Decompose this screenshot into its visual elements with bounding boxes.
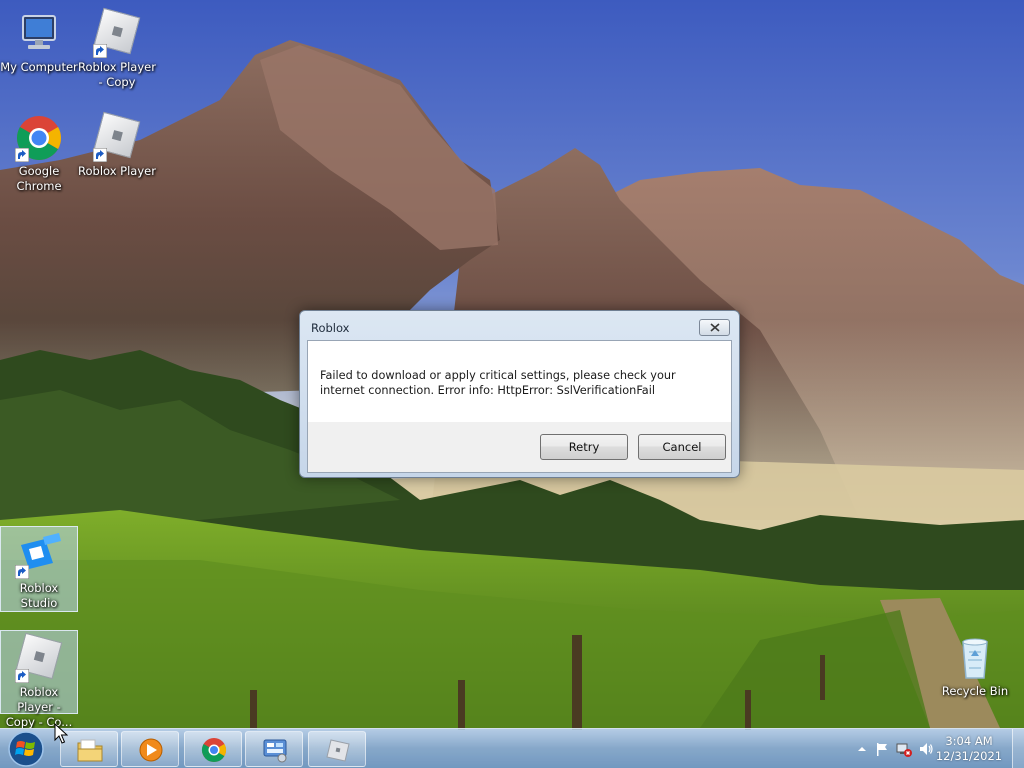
taskbar: 3:04 AM 12/31/2021 (0, 728, 1024, 768)
windows-logo-icon (8, 731, 44, 767)
clock-time: 3:04 AM (945, 734, 993, 748)
desktop-icon-my-computer[interactable]: My Computer (0, 6, 78, 75)
action-center-flag-icon[interactable] (874, 741, 890, 757)
show-desktop-button[interactable] (1012, 729, 1024, 768)
desktop-icon-roblox-player-copy[interactable]: Roblox Player - Copy (78, 6, 156, 90)
roblox-player-icon (93, 7, 141, 58)
shortcut-arrow-icon (93, 44, 107, 58)
desktop-icon-label: Roblox Player - Copy (78, 60, 156, 89)
show-hidden-icons-chevron-up-icon[interactable] (854, 741, 870, 757)
taskbar-roblox-player-button[interactable] (308, 731, 366, 767)
retry-button[interactable]: Retry (540, 434, 628, 460)
dialog-close-button[interactable] (699, 319, 730, 336)
control-panel-icon (263, 739, 287, 763)
desktop-icon-label: Roblox Player (78, 164, 156, 178)
desktop-icon-google-chrome[interactable]: Google Chrome (0, 110, 78, 194)
network-disconnected-icon[interactable] (896, 741, 912, 757)
desktop-icon-label: Roblox Studio (19, 581, 59, 610)
taskbar-control-panel-button[interactable] (245, 731, 303, 767)
file-explorer-icon (77, 739, 103, 762)
roblox-player-icon (15, 632, 63, 683)
dialog-title: Roblox (311, 321, 350, 335)
cancel-button[interactable]: Cancel (638, 434, 726, 460)
mouse-pointer-icon (54, 723, 68, 744)
dialog-message: Failed to download or apply critical set… (320, 369, 676, 397)
start-button[interactable] (5, 730, 47, 768)
media-player-icon (139, 738, 163, 762)
taskbar-chrome-button[interactable] (184, 731, 242, 767)
desktop-icon-label: Google Chrome (16, 164, 62, 193)
desktop-icon-roblox-player-copy-copy[interactable]: Roblox Player - Copy - Co... (0, 630, 78, 729)
desktop-icon-roblox-player[interactable]: Roblox Player (78, 110, 156, 179)
dialog-message-area: Failed to download or apply critical set… (308, 341, 731, 422)
desktop-icon-label: Recycle Bin (941, 684, 1009, 698)
recycle-bin-icon (951, 634, 999, 682)
roblox-studio-icon (15, 531, 63, 579)
shortcut-arrow-icon (15, 669, 29, 683)
taskbar-clock[interactable]: 3:04 AM 12/31/2021 (934, 734, 1004, 764)
desktop-icon-label: My Computer (0, 60, 78, 74)
shortcut-arrow-icon (15, 565, 29, 579)
shortcut-arrow-icon (93, 148, 107, 162)
clock-date: 12/31/2021 (935, 749, 1003, 763)
roblox-error-dialog: Roblox Failed to download or apply criti… (299, 310, 740, 478)
shortcut-arrow-icon (15, 148, 29, 162)
computer-icon (15, 10, 63, 58)
chrome-icon (201, 738, 227, 763)
taskbar-media-player-button[interactable] (121, 731, 179, 767)
taskbar-file-explorer-button[interactable] (60, 731, 118, 767)
close-icon (709, 323, 720, 332)
desktop-icon-recycle-bin[interactable]: Recycle Bin (936, 630, 1014, 699)
volume-speaker-icon[interactable] (918, 741, 934, 757)
chrome-icon (15, 114, 63, 162)
system-tray: 3:04 AM 12/31/2021 (834, 729, 1024, 768)
desktop-icon-roblox-studio[interactable]: Roblox Studio (0, 526, 78, 612)
dialog-body: Failed to download or apply critical set… (307, 340, 732, 473)
roblox-player-icon (326, 739, 350, 762)
roblox-player-icon (93, 111, 141, 162)
